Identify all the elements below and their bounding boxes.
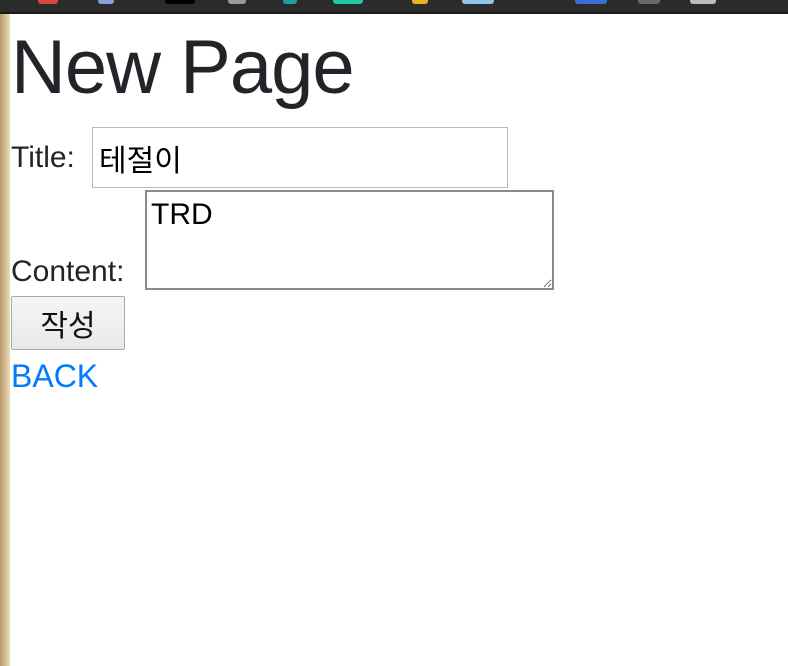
dock-app-icon[interactable] [462, 0, 494, 4]
content-textarea[interactable]: TRD [145, 190, 554, 290]
back-link[interactable]: BACK [11, 358, 98, 394]
dock-app-icon[interactable] [638, 0, 660, 4]
dock-strip [0, 0, 788, 14]
page-title: New Page [11, 25, 355, 110]
dock-app-icon[interactable] [228, 0, 246, 4]
dock-app-icon[interactable] [412, 0, 428, 4]
dock-app-icon[interactable] [165, 0, 195, 4]
dock-app-icon[interactable] [333, 0, 363, 4]
desktop-edge [0, 14, 10, 666]
dock-app-icon[interactable] [38, 0, 58, 4]
title-label: Title: [11, 141, 75, 174]
dock-app-icon[interactable] [283, 0, 297, 4]
dock-app-icon[interactable] [575, 0, 607, 4]
dock-app-icon[interactable] [98, 0, 114, 4]
submit-button[interactable]: 작성 [11, 296, 125, 350]
dock-app-icon[interactable] [690, 0, 716, 4]
page-content: New Page Title: Content: TRD 작성 BACK [11, 14, 788, 666]
content-label: Content: [11, 255, 125, 288]
title-input[interactable] [92, 127, 508, 188]
